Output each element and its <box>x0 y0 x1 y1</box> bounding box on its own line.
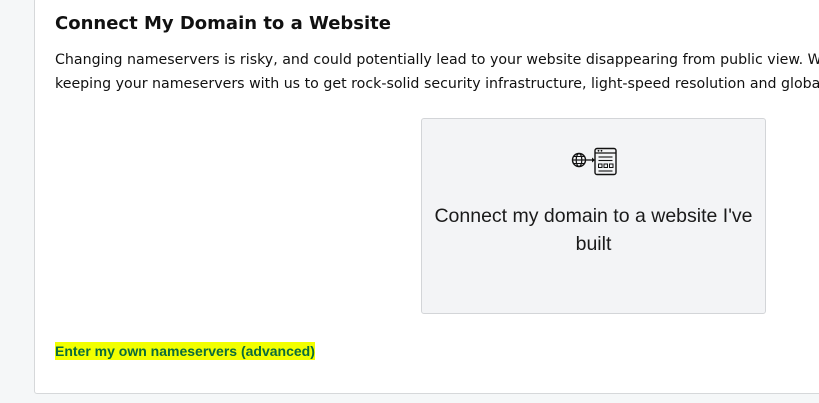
description-line-2: keeping your nameservers with us to get … <box>55 76 819 92</box>
enter-own-nameservers-link[interactable]: Enter my own nameservers (advanced) <box>55 342 315 360</box>
section-title: Connect My Domain to a Website <box>55 13 391 34</box>
description-line-1: Changing nameservers is risky, and could… <box>55 52 819 68</box>
globe-to-website-icon <box>570 147 618 177</box>
section-description: Changing nameservers is risky, and could… <box>55 48 819 96</box>
connect-website-option-card[interactable]: Connect my domain to a website I've buil… <box>421 118 766 314</box>
connect-website-option-label: Connect my domain to a website I've buil… <box>434 205 753 255</box>
